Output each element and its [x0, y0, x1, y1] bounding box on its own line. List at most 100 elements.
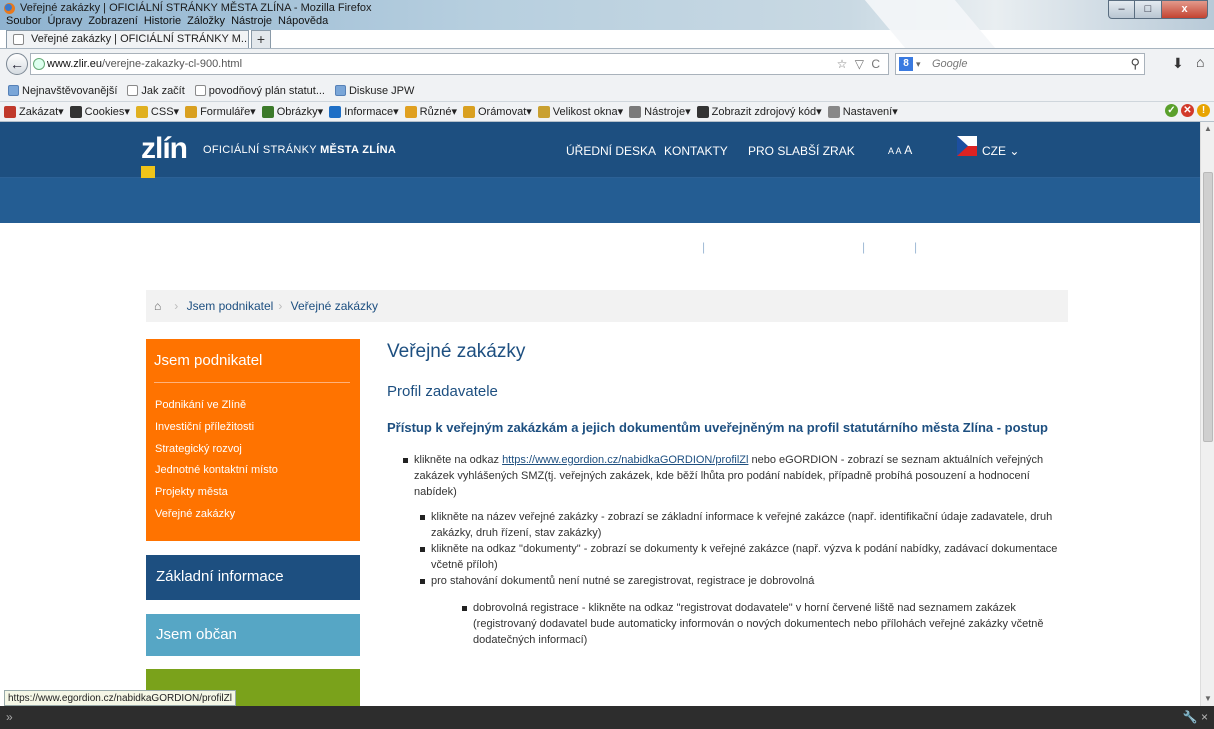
- tools-icon: [629, 105, 642, 118]
- menu-file[interactable]: Soubor: [6, 15, 41, 27]
- minimize-button[interactable]: –: [1108, 0, 1135, 19]
- window-titlebar: Veřejné zakázky | OFICIÁLNÍ STRÁNKY MĚST…: [0, 0, 1214, 60]
- url-controls[interactable]: ☆ ▽ C: [837, 54, 882, 74]
- link-preview-status: https://www.egordion.cz/nabidkaGORDION/p…: [4, 690, 236, 706]
- sidebar-citizen[interactable]: Jsem občan: [146, 614, 360, 656]
- tagline-bold: MĚSTA ZLÍNA: [320, 144, 397, 156]
- link-sitemap[interactable]: Mapa stránek: [624, 242, 697, 256]
- breadcrumb: ⌂ › Jsem podnikatel › Veřejné zakázky: [146, 290, 1068, 322]
- scrollbar-thumb[interactable]: [1203, 172, 1213, 442]
- new-tab-button[interactable]: +: [251, 30, 271, 48]
- tab-active[interactable]: Veřejné zakázky | OFICIÁLNÍ STRÁNKY M...: [6, 30, 249, 48]
- chevron-down-icon[interactable]: ▾: [916, 54, 921, 74]
- font-size-small[interactable]: A A: [888, 146, 902, 156]
- dev-css[interactable]: CSS▾: [135, 105, 179, 118]
- url-path: /verejne-zakazky-cl-900.html: [102, 58, 243, 70]
- site-tagline: OFICIÁLNÍ STRÁNKY MĚSTA ZLÍNA: [203, 144, 396, 156]
- sidebar-links: Podnikání ve Zlíně Investiční příležitos…: [155, 395, 278, 526]
- czech-flag-icon[interactable]: [957, 136, 977, 156]
- search-icon[interactable]: ⚲: [1130, 54, 1140, 74]
- sidebar-title[interactable]: Jsem podnikatel: [154, 352, 262, 369]
- site-logo[interactable]: zlín: [141, 134, 188, 164]
- expand-icon[interactable]: »: [6, 710, 13, 724]
- misc-icon: [404, 105, 417, 118]
- dev-outline[interactable]: Orámovat▾: [462, 105, 532, 118]
- sidebar-section-business: Jsem podnikatel Podnikání ve Zlíně Inves…: [146, 339, 360, 541]
- substeps-list: klikněte na název veřejné zakázky - zobr…: [420, 509, 1061, 589]
- navigation-toolbar: ← www.zlir.eu/verejne-zakazky-cl-900.htm…: [0, 48, 1214, 80]
- section-title: Profil zadavatele: [387, 383, 498, 400]
- link-archive[interactable]: Archiv: [873, 242, 906, 256]
- sidebar-item[interactable]: Strategický rozvoj: [155, 439, 278, 461]
- dev-label: Informace▾: [344, 106, 399, 118]
- sidebar-basic-info[interactable]: Základní informace: [146, 555, 360, 600]
- dev-tools[interactable]: Nástroje▾: [629, 105, 691, 118]
- window-title: Veřejné zakázky | OFICIÁLNÍ STRÁNKY MĚST…: [20, 2, 372, 14]
- scroll-down-icon[interactable]: ▼: [1201, 692, 1214, 706]
- sidebar-item[interactable]: Investiční příležitosti: [155, 417, 278, 439]
- sidebar-item[interactable]: Podnikání ve Zlíně: [155, 395, 278, 417]
- font-size-switcher[interactable]: A A A: [888, 143, 912, 157]
- maximize-button[interactable]: □: [1135, 0, 1162, 19]
- bookmark-most-visited[interactable]: Nejnavštěvovanější: [8, 84, 118, 97]
- vertical-scrollbar[interactable]: ▲ ▼: [1200, 122, 1214, 706]
- breadcrumb-separator: ›: [278, 299, 283, 313]
- addon-tools[interactable]: 🔧 ×: [1183, 706, 1208, 729]
- menu-tools[interactable]: Nástroje: [231, 15, 272, 27]
- nav-kontakty[interactable]: KONTAKTY: [664, 144, 728, 158]
- back-button[interactable]: ←: [6, 53, 28, 75]
- bookmark-diskuse[interactable]: Diskuse JPW: [334, 84, 414, 97]
- dev-label: Různé▾: [419, 106, 457, 118]
- sidebar-item[interactable]: Jednotné kontaktní místo: [155, 460, 278, 482]
- menu-history[interactable]: Historie: [144, 15, 181, 27]
- dev-options[interactable]: Nastavení▾: [827, 105, 898, 118]
- dev-information[interactable]: Informace▾: [329, 105, 399, 118]
- download-icon[interactable]: ⬇: [1172, 55, 1184, 72]
- page-title: Veřejné zakázky: [387, 341, 526, 362]
- main-content: Veřejné zakázky Profil zadavatele Přístu…: [387, 341, 1077, 648]
- egordion-link[interactable]: https://www.egordion.cz/nabidkaGORDION/p…: [502, 454, 748, 466]
- font-size-large[interactable]: A: [904, 143, 912, 157]
- bookmark-getting-started[interactable]: Jak začít: [127, 84, 185, 97]
- warning-icon[interactable]: !: [1197, 104, 1210, 117]
- sidebar-item[interactable]: Veřejné zakázky: [155, 504, 278, 526]
- scroll-up-icon[interactable]: ▲: [1201, 122, 1214, 136]
- check-icon[interactable]: ✓: [1165, 104, 1178, 117]
- dev-disable[interactable]: Zakázat▾: [4, 105, 64, 118]
- address-bar[interactable]: www.zlir.eu/verejne-zakazky-cl-900.html …: [30, 53, 889, 75]
- steps-list: klikněte na odkaz https://www.egordion.c…: [403, 452, 1059, 500]
- list-item: pro stahování dokumentů není nutné se za…: [420, 573, 1061, 589]
- page-icon: [13, 34, 24, 45]
- sidebar-item[interactable]: Projekty města: [155, 482, 278, 504]
- dev-images[interactable]: Obrázky▾: [261, 105, 323, 118]
- menu-bookmarks[interactable]: Záložky: [187, 15, 225, 27]
- site-search-button[interactable]: VYHLEDÁVÁNÍ: [972, 238, 1056, 252]
- nav-pro-slabsi-zrak[interactable]: PRO SLABŠÍ ZRAK: [748, 144, 855, 158]
- dev-view-source[interactable]: Zobrazit zdrojový kód▾: [696, 105, 822, 118]
- page-icon: [194, 84, 206, 96]
- list-item: dobrovolná registrace - klikněte na odka…: [462, 600, 1063, 648]
- menu-edit[interactable]: Úpravy: [47, 15, 82, 27]
- link-accessibility[interactable]: Prohlášení o přístupnosti: [715, 242, 848, 256]
- dev-resize[interactable]: Velikost okna▾: [537, 105, 623, 118]
- image-icon: [261, 105, 274, 118]
- search-input[interactable]: 8 ▾ Google ⚲: [895, 53, 1145, 75]
- home-icon[interactable]: ⌂: [154, 290, 161, 322]
- breadcrumb-item[interactable]: Veřejné zakázky: [291, 299, 378, 313]
- close-window-button[interactable]: x: [1162, 0, 1208, 19]
- tab-label: Veřejné zakázky | OFICIÁLNÍ STRÁNKY M...: [31, 33, 249, 45]
- breadcrumb-item[interactable]: Jsem podnikatel: [187, 299, 274, 313]
- menu-help[interactable]: Nápověda: [278, 15, 328, 27]
- menu-view[interactable]: Zobrazení: [88, 15, 138, 27]
- home-icon[interactable]: ⌂: [1196, 54, 1204, 70]
- language-select[interactable]: CZE ⌄: [982, 144, 1019, 158]
- nav-uredni-deska[interactable]: ÚŘEDNÍ DESKA: [566, 144, 656, 158]
- search-engine-icon[interactable]: 8: [899, 57, 913, 71]
- dev-forms[interactable]: Formuláře▾: [185, 105, 256, 118]
- error-icon[interactable]: ✕: [1181, 104, 1194, 117]
- dev-misc[interactable]: Různé▾: [404, 105, 457, 118]
- list-item: klikněte na název veřejné zakázky - zobr…: [420, 509, 1061, 541]
- dev-cookies[interactable]: Cookies▾: [69, 105, 130, 118]
- bookmark-flood-plan[interactable]: povodňový plán statut...: [194, 84, 325, 97]
- bookmark-label: Nejnavštěvovanější: [22, 84, 118, 97]
